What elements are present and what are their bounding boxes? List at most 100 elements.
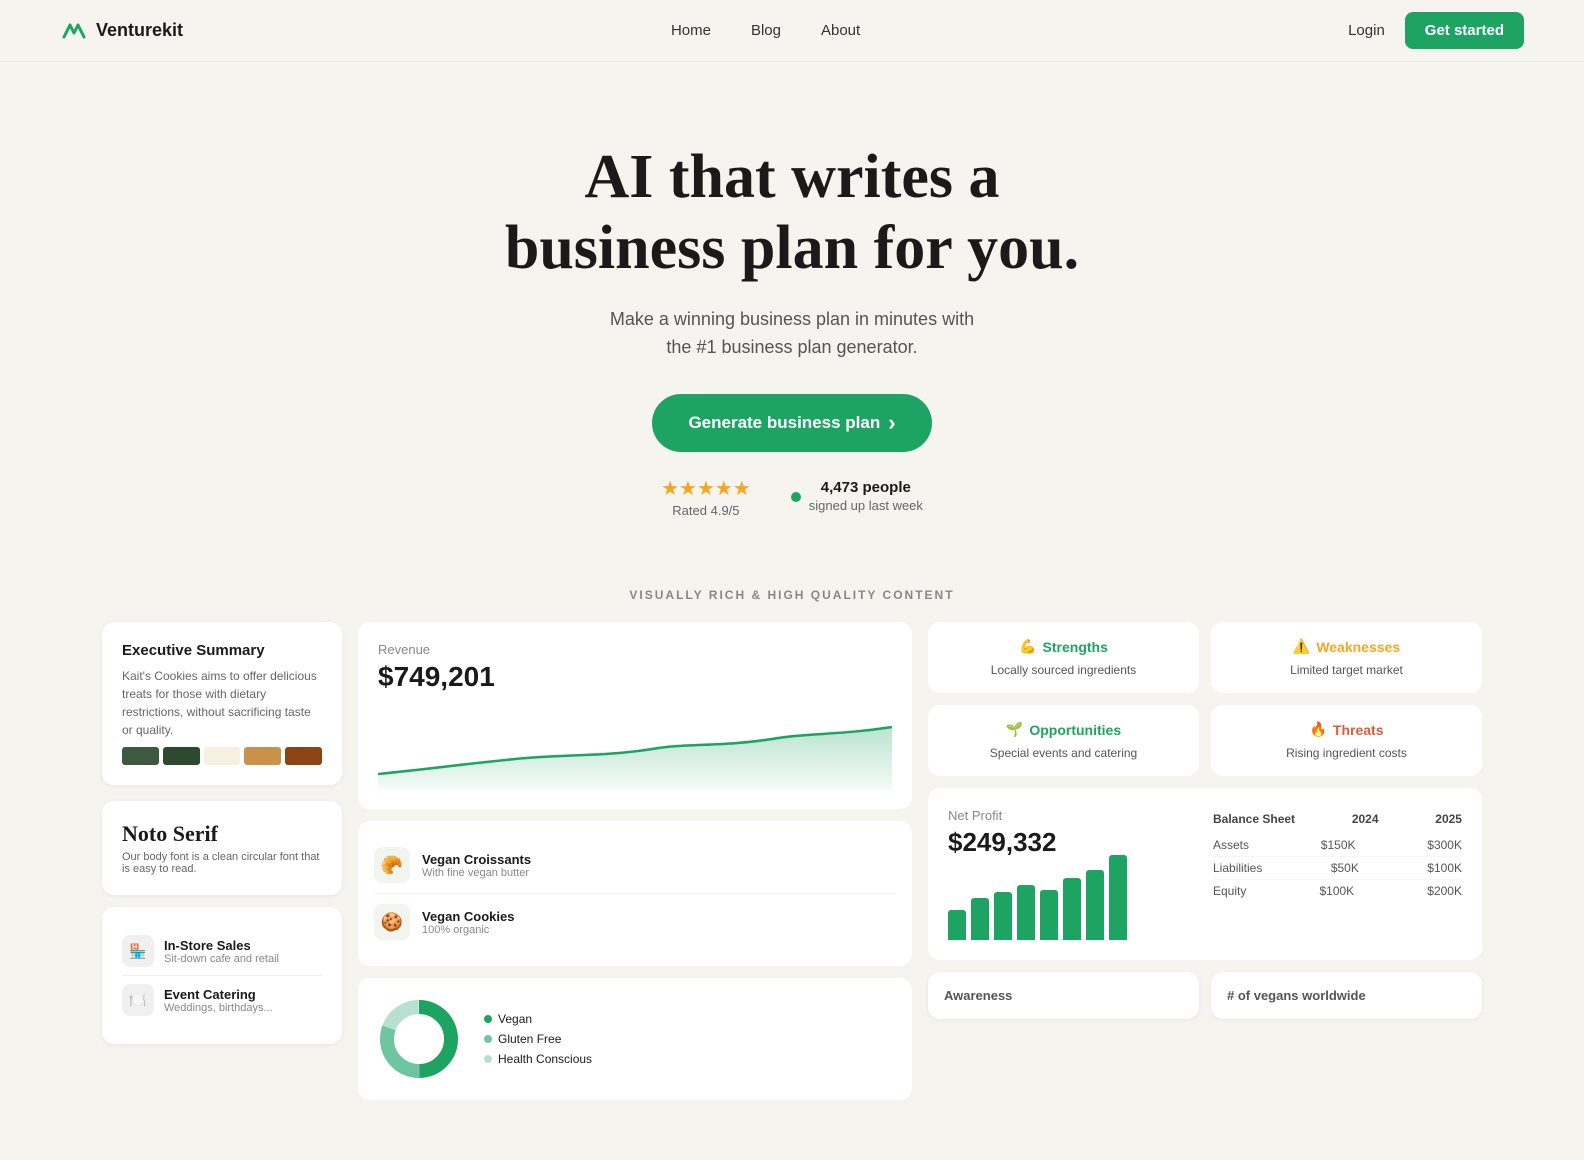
- bar-6: [1063, 878, 1081, 940]
- login-link[interactable]: Login: [1348, 22, 1385, 39]
- logo[interactable]: Venturekit: [60, 17, 183, 45]
- executive-summary-card: Executive Summary Kait's Cookies aims to…: [102, 622, 342, 785]
- threats-desc: Rising ingredient costs: [1227, 746, 1466, 760]
- bar-2: [971, 898, 989, 940]
- nav-about[interactable]: About: [821, 22, 860, 39]
- revenue-card: Revenue $749,201: [358, 622, 912, 809]
- liabilities-val1: $50K: [1331, 861, 1359, 875]
- weaknesses-title: ⚠️ Weaknesses: [1227, 638, 1466, 655]
- vegan-label: Vegan: [498, 1012, 532, 1026]
- bs-title: Balance Sheet: [1213, 812, 1295, 826]
- dashboard: Executive Summary Kait's Cookies aims to…: [42, 622, 1542, 1160]
- get-started-button[interactable]: Get started: [1405, 12, 1524, 49]
- assets-val2: $300K: [1427, 838, 1462, 852]
- donut-chart: [374, 994, 464, 1084]
- swatch-4: [244, 747, 281, 765]
- health-conscious-label: Health Conscious: [498, 1052, 592, 1066]
- equity-val1: $100K: [1319, 884, 1354, 898]
- legend-gluten-free: Gluten Free: [484, 1032, 592, 1046]
- weaknesses-desc: Limited target market: [1227, 663, 1466, 677]
- bs-assets: Assets $150K $300K: [1213, 834, 1462, 857]
- assets-val1: $150K: [1321, 838, 1356, 852]
- products-card: 🥐 Vegan Croissants With fine vegan butte…: [358, 821, 912, 966]
- cookies-name: Vegan Cookies: [422, 909, 514, 924]
- exec-text: Kait's Cookies aims to offer delicious t…: [122, 667, 322, 739]
- balance-sheet: Balance Sheet 2024 2025 Assets $150K $30…: [1213, 808, 1462, 940]
- generate-button[interactable]: Generate business plan: [652, 394, 931, 452]
- bottom-row: Awareness # of vegans worldwide: [928, 972, 1482, 1019]
- color-swatches: [122, 747, 322, 765]
- nav-links: Home Blog About: [671, 22, 860, 39]
- in-store-icon: 🏪: [122, 935, 154, 967]
- channel-in-store: 🏪 In-Store Sales Sit-down cafe and retai…: [122, 927, 322, 976]
- catering-sub: Weddings, birthdays...: [164, 1002, 273, 1014]
- catering-name: Event Catering: [164, 987, 273, 1002]
- opportunities-desc: Special events and catering: [944, 746, 1183, 760]
- signups-info: 4,473 people signed up last week: [809, 479, 923, 515]
- swot-grid: 💪 Strengths Locally sourced ingredients …: [928, 622, 1482, 776]
- swot-strengths: 💪 Strengths Locally sourced ingredients: [928, 622, 1199, 693]
- weaknesses-icon: ⚠️: [1293, 638, 1310, 655]
- opportunities-icon: 🌱: [1006, 721, 1023, 738]
- font-card: Noto Serif Our body font is a clean circ…: [102, 801, 342, 895]
- vegans-card: # of vegans worldwide: [1211, 972, 1482, 1019]
- product-croissants: 🥐 Vegan Croissants With fine vegan butte…: [374, 837, 896, 894]
- exec-title: Executive Summary: [122, 642, 322, 659]
- font-desc: Our body font is a clean circular font t…: [122, 851, 322, 875]
- threats-icon: 🔥: [1309, 721, 1326, 738]
- bs-equity: Equity $100K $200K: [1213, 880, 1462, 902]
- rated-text: Rated 4.9/5: [661, 503, 751, 518]
- bs-liabilities: Liabilities $50K $100K: [1213, 857, 1462, 880]
- bar-1: [948, 910, 966, 940]
- right-panel: 💪 Strengths Locally sourced ingredients …: [928, 622, 1482, 1100]
- equity-label: Equity: [1213, 884, 1246, 898]
- strengths-icon: 💪: [1019, 638, 1036, 655]
- channel-catering: 🍽️ Event Catering Weddings, birthdays...: [122, 976, 322, 1024]
- legend-health-conscious: Health Conscious: [484, 1052, 592, 1066]
- cookies-info: Vegan Cookies 100% organic: [422, 909, 514, 936]
- nav-right: Login Get started: [1348, 12, 1524, 49]
- middle-panel: Revenue $749,201 🥐: [358, 622, 912, 1100]
- channels-card: 🏪 In-Store Sales Sit-down cafe and retai…: [102, 907, 342, 1044]
- revenue-chart: [378, 709, 892, 789]
- bar-5: [1040, 890, 1058, 940]
- stars: ★★★★★: [661, 476, 751, 501]
- revenue-value: $749,201: [378, 661, 892, 693]
- section-label: VISUALLY RICH & HIGH QUALITY CONTENT: [0, 558, 1584, 622]
- net-profit-left: Net Profit $249,332: [948, 808, 1197, 940]
- swatch-5: [285, 747, 322, 765]
- signups-block: 4,473 people signed up last week: [791, 479, 923, 515]
- bar-3: [994, 892, 1012, 940]
- awareness-card: Awareness: [928, 972, 1199, 1019]
- vegans-title: # of vegans worldwide: [1227, 988, 1466, 1003]
- legend-vegan: Vegan: [484, 1012, 592, 1026]
- bs-header: Balance Sheet 2024 2025: [1213, 812, 1462, 826]
- bs-year1: 2024: [1352, 812, 1379, 826]
- bar-8: [1109, 855, 1127, 940]
- revenue-label: Revenue: [378, 642, 892, 657]
- net-value: $249,332: [948, 827, 1197, 858]
- liabilities-label: Liabilities: [1213, 861, 1262, 875]
- strengths-desc: Locally sourced ingredients: [944, 663, 1183, 677]
- nav-blog[interactable]: Blog: [751, 22, 781, 39]
- swot-threats: 🔥 Threats Rising ingredient costs: [1211, 705, 1482, 776]
- croissants-sub: With fine vegan butter: [422, 867, 531, 879]
- in-store-name: In-Store Sales: [164, 938, 279, 953]
- navigation: Venturekit Home Blog About Login Get sta…: [0, 0, 1584, 62]
- swatch-3: [204, 747, 241, 765]
- signup-count: 4,473 people: [821, 479, 911, 496]
- nav-home[interactable]: Home: [671, 22, 711, 39]
- cookies-sub: 100% organic: [422, 924, 514, 936]
- health-conscious-dot: [484, 1055, 492, 1063]
- channel-in-store-info: In-Store Sales Sit-down cafe and retail: [164, 938, 279, 965]
- opportunities-title: 🌱 Opportunities: [944, 721, 1183, 738]
- net-profit-card: Net Profit $249,332 Balance Sheet 2024: [928, 788, 1482, 960]
- swot-opportunities: 🌱 Opportunities Special events and cater…: [928, 705, 1199, 776]
- assets-label: Assets: [1213, 838, 1249, 852]
- strengths-title: 💪 Strengths: [944, 638, 1183, 655]
- threats-title: 🔥 Threats: [1227, 721, 1466, 738]
- hero-subtitle: Make a winning business plan in minutes …: [40, 305, 1544, 363]
- bar-chart: [948, 870, 1197, 940]
- catering-icon: 🍽️: [122, 984, 154, 1016]
- net-label: Net Profit: [948, 808, 1197, 823]
